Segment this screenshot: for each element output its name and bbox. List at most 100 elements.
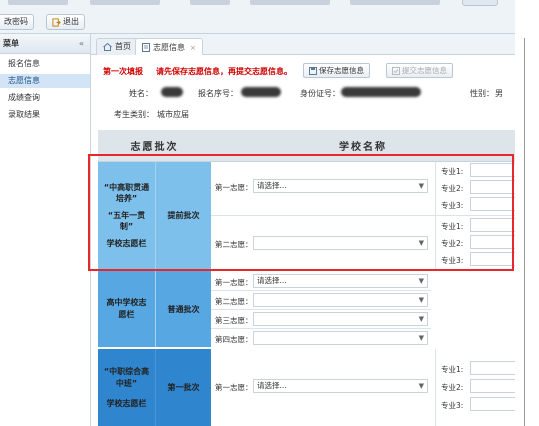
category-cell-vocational-5year: “中高职贯通 培养” “五年一贯 制” 学校志愿栏 [98, 162, 155, 269]
row-divider [211, 290, 431, 291]
submit-icon [392, 66, 400, 75]
column-divider [435, 349, 436, 426]
submit-preferences-button[interactable]: 提交志愿信息 [386, 63, 453, 78]
notice-text: 请先保存志愿信息，再提交志愿信息。 [156, 67, 292, 76]
change-password-button[interactable]: 改密码 [0, 14, 34, 30]
reg-no-label: 报名序号： [198, 89, 238, 98]
early-second-choice-select[interactable]: ▼ [253, 236, 428, 250]
choice-label: 第二志愿： [215, 297, 253, 306]
category-line: 高中学校志 [106, 298, 147, 307]
major-label: 专业1: [441, 365, 464, 374]
scroll-track [524, 38, 525, 426]
header-batch-label: 志愿批次 [130, 142, 179, 153]
sidebar-title: 菜单 [3, 39, 19, 48]
select-value: 请选择... [257, 381, 287, 390]
row-divider [211, 309, 431, 310]
home-icon [103, 43, 112, 51]
id-label: 身份证号： [300, 89, 340, 98]
choice-label: 第一志愿： [215, 183, 253, 192]
first-batch-choice-select[interactable]: 请选择... ▼ [253, 379, 428, 393]
sidebar-item-preferences[interactable]: 志愿信息 [0, 74, 90, 88]
row-divider [211, 328, 431, 329]
column-divider [435, 162, 436, 269]
choice-label: 第一志愿： [215, 278, 253, 287]
category-line: 学校志愿栏 [106, 239, 147, 248]
name-label: 姓名： [129, 89, 153, 98]
sidebar-item-label: 志愿信息 [8, 76, 40, 85]
sidebar-item-scores[interactable]: 成绩查询 [0, 91, 90, 105]
header-school: 学校名称 [211, 130, 515, 162]
gender-label: 性别： [470, 89, 494, 98]
sidebar: 菜单 « 报名信息 志愿信息 成绩查询 录取结果 [0, 34, 91, 426]
chevron-down-icon: ▼ [418, 315, 424, 323]
category-label: 考生类别： [114, 110, 154, 119]
right-margin [515, 0, 539, 426]
chevron-down-icon: ▼ [418, 382, 424, 390]
tab-preferences[interactable]: 志愿信息 × [135, 38, 203, 56]
sidebar-item-registration[interactable]: 报名信息 [0, 57, 90, 71]
sidebar-item-admission[interactable]: 录取结果 [0, 108, 90, 122]
regular-fourth-choice-select[interactable]: ▼ [253, 331, 428, 345]
category-value: 城市应届 [157, 110, 189, 119]
row-divider [211, 215, 515, 216]
header-school-label: 学校名称 [339, 142, 387, 153]
major-label: 专业3: [441, 401, 464, 410]
sidebar-item-label: 报名信息 [8, 59, 40, 68]
tab-bar: 首页 志愿信息 × [91, 34, 539, 56]
gender-value: 男 [495, 89, 503, 98]
regular-second-choice-select[interactable]: ▼ [253, 293, 428, 307]
header-batch: 志愿批次 [98, 130, 211, 162]
early-first-choice-select[interactable]: 请选择... ▼ [253, 179, 428, 193]
batch-label: 提前批次 [167, 211, 200, 220]
batch-cell-regular: 普通批次 [155, 271, 211, 347]
submit-button-label: 提交志愿信息 [402, 66, 447, 75]
major-label: 专业3: [441, 256, 464, 265]
batch-cell-first: 第一批次 [155, 349, 211, 426]
category-line: “中高职贯通 [103, 183, 150, 192]
save-preferences-button[interactable]: 保存志愿信息 [303, 63, 370, 78]
sidebar-item-label: 成绩查询 [8, 93, 40, 102]
main-content: 第一次填报 请先保存志愿信息，再提交志愿信息。 保存志愿信息 提交志愿信息 姓名… [91, 55, 539, 426]
category-cell-high-school: 高中学校志 愿栏 [98, 271, 155, 347]
major-label: 专业2: [441, 383, 464, 392]
top-strip [0, 0, 539, 9]
category-line: 愿栏 [118, 310, 135, 319]
choice-label: 第一志愿： [215, 383, 253, 392]
collapse-icon[interactable]: « [79, 34, 84, 54]
chevron-down-icon: ▼ [418, 334, 424, 342]
logout-button[interactable]: 退出 [46, 14, 85, 30]
major-label: 专业1: [441, 222, 464, 231]
major-label: 专业2: [441, 184, 464, 193]
tab-home[interactable]: 首页 [96, 38, 138, 55]
regular-first-choice-select[interactable]: 请选择... ▼ [253, 274, 428, 288]
logout-icon [52, 17, 61, 27]
batch-label: 普通批次 [167, 304, 200, 314]
major-label: 专业1: [441, 167, 464, 176]
batch-label: 第一批次 [167, 383, 200, 392]
choice-label: 第二志愿： [215, 240, 253, 249]
close-icon[interactable]: × [190, 40, 196, 56]
choice-label: 第四志愿： [215, 335, 253, 344]
category-cell-comprehensive: “中职综合高 中班” 学校志愿栏 [98, 349, 155, 426]
choice-label: 第三志愿： [215, 316, 253, 325]
tab-label: 首页 [115, 42, 131, 51]
select-value: 请选择... [257, 181, 287, 190]
redacted-reg-no [241, 87, 281, 97]
redacted-name [161, 87, 183, 97]
major-label: 专业3: [441, 201, 464, 210]
select-value: 请选择... [257, 276, 287, 285]
batch-cell-early: 提前批次 [155, 162, 211, 269]
document-icon [142, 43, 150, 52]
regular-third-choice-select[interactable]: ▼ [253, 312, 428, 326]
change-password-label: 改密码 [4, 17, 28, 26]
major-label: 专业2: [441, 239, 464, 248]
category-line: 制” [119, 222, 134, 231]
category-line: 培养” [115, 194, 138, 203]
chevron-down-icon: ▼ [418, 277, 424, 285]
logout-label: 退出 [63, 17, 79, 26]
category-line: 中班” [115, 378, 138, 388]
category-line: “中职综合高 [103, 366, 150, 376]
category-line: 学校志愿栏 [106, 398, 147, 408]
chevron-down-icon: ▼ [418, 296, 424, 304]
category-line: “五年一贯 [107, 211, 146, 220]
